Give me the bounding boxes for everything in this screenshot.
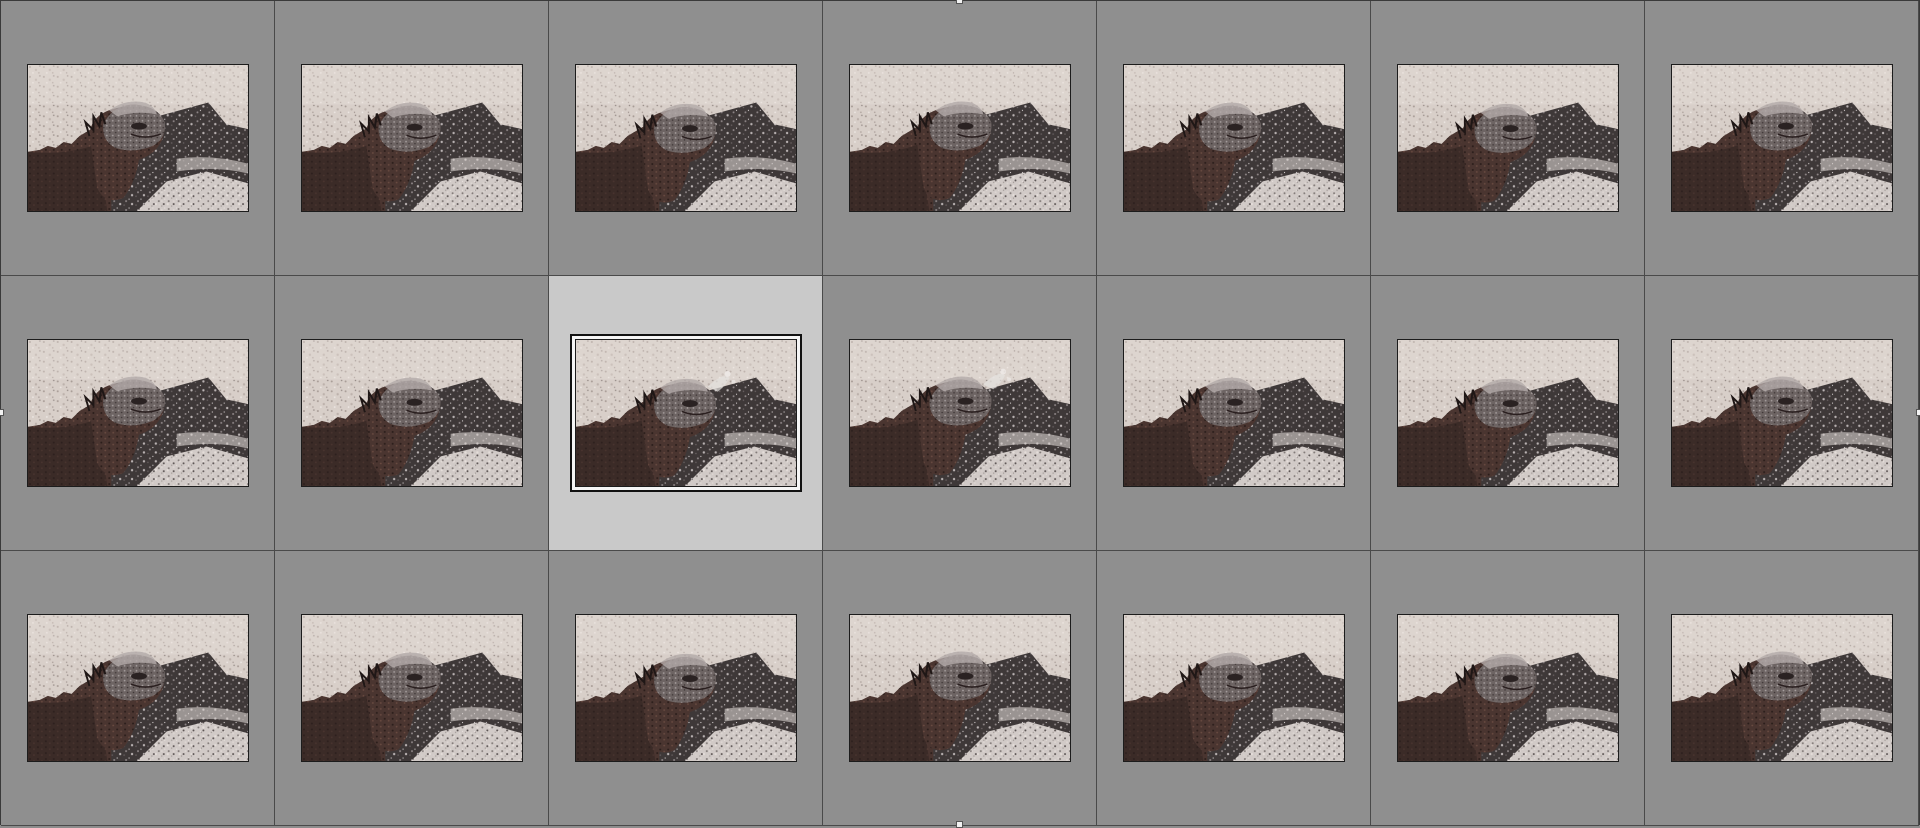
thumbnail-frame xyxy=(23,335,253,491)
thumbnail-grid xyxy=(0,0,1920,826)
thumbnail-frame xyxy=(297,60,527,216)
thumbnail-cell[interactable] xyxy=(1097,551,1371,826)
iguana-photo-image xyxy=(26,64,249,212)
resize-handle-right[interactable] xyxy=(1916,409,1920,416)
thumbnail-cell-selected[interactable] xyxy=(549,276,823,551)
iguana-photo-image xyxy=(26,339,249,487)
thumbnail-cell[interactable] xyxy=(1,551,275,826)
thumbnail-cell[interactable] xyxy=(1371,276,1645,551)
thumbnail-cell[interactable] xyxy=(823,1,1097,276)
iguana-photo-image xyxy=(1122,614,1345,762)
thumbnail-frame xyxy=(297,335,527,491)
iguana-photo-image xyxy=(300,339,523,487)
thumbnail-cell[interactable] xyxy=(823,276,1097,551)
thumbnail-cell[interactable] xyxy=(1097,1,1371,276)
iguana-photo-image xyxy=(300,614,523,762)
iguana-photo-image xyxy=(1670,64,1893,212)
thumbnail-frame xyxy=(1667,610,1897,766)
thumbnail-frame xyxy=(1393,610,1623,766)
thumbnail-cell[interactable] xyxy=(275,551,549,826)
thumbnail-cell[interactable] xyxy=(823,551,1097,826)
thumbnail-cell[interactable] xyxy=(1097,276,1371,551)
iguana-photo-image xyxy=(574,339,797,487)
thumbnail-frame xyxy=(1393,60,1623,216)
thumbnail-frame xyxy=(845,60,1075,216)
iguana-photo-image xyxy=(1396,339,1619,487)
iguana-photo-image xyxy=(848,339,1071,487)
thumbnail-frame xyxy=(1119,335,1349,491)
iguana-photo-image xyxy=(848,64,1071,212)
iguana-photo-image xyxy=(1122,339,1345,487)
thumbnail-frame xyxy=(845,610,1075,766)
iguana-photo-image xyxy=(574,614,797,762)
thumbnail-cell[interactable] xyxy=(1,1,275,276)
thumbnail-cell[interactable] xyxy=(1645,551,1919,826)
thumbnail-cell[interactable] xyxy=(275,1,549,276)
thumbnail-frame xyxy=(23,60,253,216)
thumbnail-cell[interactable] xyxy=(549,1,823,276)
thumbnail-cell[interactable] xyxy=(549,551,823,826)
thumbnail-frame xyxy=(1393,335,1623,491)
thumbnail-cell[interactable] xyxy=(1371,551,1645,826)
iguana-photo-image xyxy=(1670,339,1893,487)
iguana-photo-image xyxy=(1670,614,1893,762)
iguana-photo-image xyxy=(848,614,1071,762)
iguana-photo-image xyxy=(1396,614,1619,762)
thumbnail-frame xyxy=(1119,610,1349,766)
thumbnail-cell[interactable] xyxy=(1371,1,1645,276)
thumbnail-cell[interactable] xyxy=(1645,276,1919,551)
thumbnail-cell[interactable] xyxy=(1,276,275,551)
thumbnail-frame xyxy=(1667,335,1897,491)
resize-handle-top[interactable] xyxy=(956,0,963,4)
thumbnail-frame xyxy=(569,334,802,492)
iguana-photo-image xyxy=(26,614,249,762)
thumbnail-cell[interactable] xyxy=(1645,1,1919,276)
thumbnail-frame xyxy=(571,60,801,216)
thumbnail-frame xyxy=(571,610,801,766)
thumbnail-frame xyxy=(23,610,253,766)
thumbnail-frame xyxy=(845,335,1075,491)
iguana-photo-image xyxy=(1122,64,1345,212)
thumbnail-frame xyxy=(297,610,527,766)
thumbnail-cell[interactable] xyxy=(275,276,549,551)
iguana-photo-image xyxy=(300,64,523,212)
resize-handle-left[interactable] xyxy=(0,409,4,416)
thumbnail-frame xyxy=(1667,60,1897,216)
thumbnail-frame xyxy=(1119,60,1349,216)
iguana-photo-image xyxy=(574,64,797,212)
iguana-photo-image xyxy=(1396,64,1619,212)
